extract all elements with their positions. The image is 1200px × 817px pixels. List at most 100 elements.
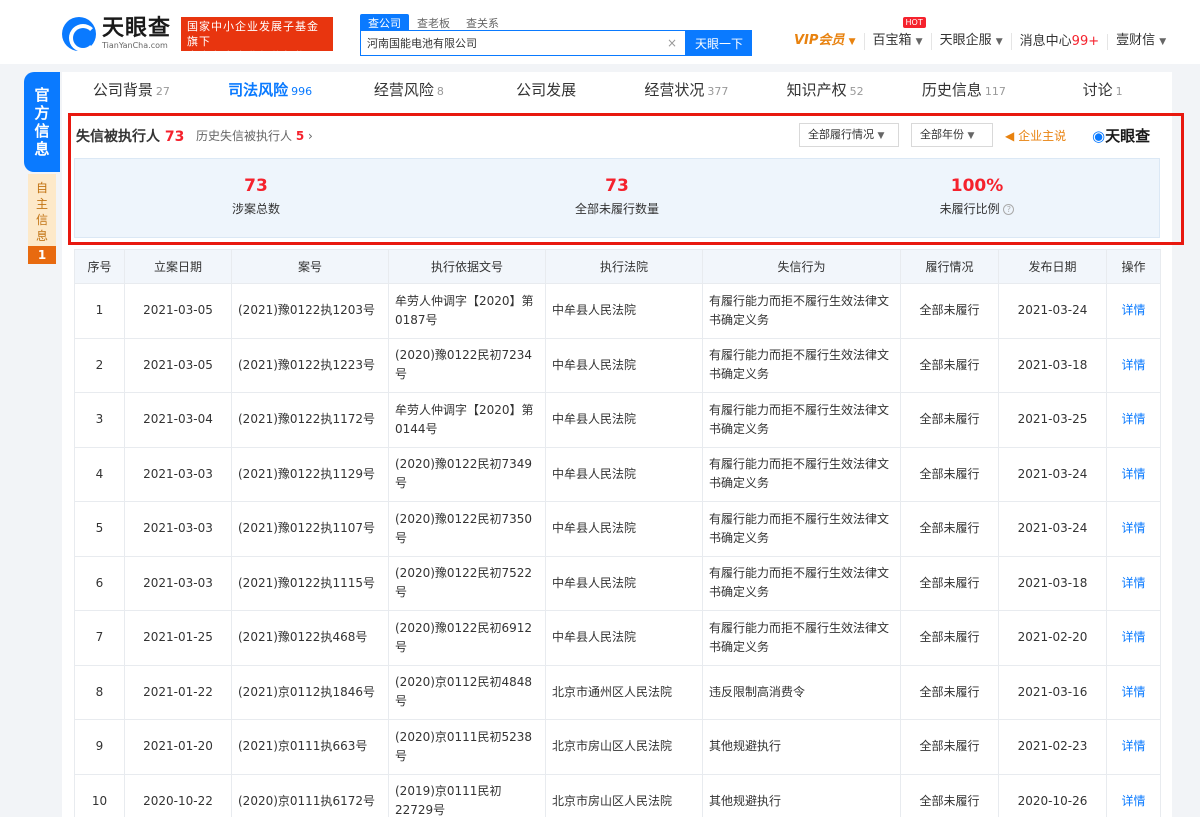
cell-status: 全部未履行 xyxy=(900,664,999,720)
cell-status: 全部未履行 xyxy=(900,555,999,611)
cell-publish-date: 2021-03-24 xyxy=(998,283,1107,339)
cell-status: 全部未履行 xyxy=(900,446,999,502)
vip-link[interactable]: VIP会员 ▼ xyxy=(786,33,865,50)
cell-filing-date: 2021-01-20 xyxy=(124,719,232,775)
cell-behavior: 有履行能力而拒不履行生效法律文书确定义务 xyxy=(702,392,901,448)
cell-no: 10 xyxy=(74,773,125,817)
cell-behavior: 违反限制高消费令 xyxy=(702,664,901,720)
cell-basis-doc: (2020)豫0122民初7350号 xyxy=(388,501,546,557)
section-title: 失信被执行人 73 xyxy=(76,129,185,145)
tab-operating-status[interactable]: 经营状况 377 xyxy=(617,72,756,108)
cell-court: 中牟县人民法院 xyxy=(545,337,703,393)
detail-link[interactable]: 详情 xyxy=(1106,610,1161,666)
cell-publish-date: 2021-02-23 xyxy=(998,719,1107,775)
cell-basis-doc: (2020)京0112民初4848号 xyxy=(388,664,546,720)
cell-behavior: 其他规避执行 xyxy=(702,719,901,775)
cell-no: 2 xyxy=(74,337,125,393)
tab-intellectual-property[interactable]: 知识产权 52 xyxy=(756,72,895,108)
history-executee-link[interactable]: 历史失信被执行人 5 › xyxy=(196,127,313,144)
cell-filing-date: 2020-10-22 xyxy=(124,773,232,817)
stat-total-cases: 73 涉案总数 xyxy=(231,176,280,216)
cell-publish-date: 2021-03-24 xyxy=(998,501,1107,557)
clear-icon[interactable]: × xyxy=(667,36,677,50)
cell-publish-date: 2020-10-26 xyxy=(998,773,1107,817)
cell-behavior: 有履行能力而拒不履行生效法律文书确定义务 xyxy=(702,446,901,502)
table-row: 2 2021-03-05 (2021)豫0122执1223号 (2020)豫0122民… xyxy=(74,337,1161,393)
caret-down-icon: ▼ xyxy=(967,131,975,141)
executee-table: 序号 立案日期 案号 执行依据文号 执行法院 失信行为 履行情况 发布日期 操作… xyxy=(74,249,1161,817)
cell-filing-date: 2021-03-03 xyxy=(124,555,232,611)
cell-case-no: (2021)豫0122执1129号 xyxy=(231,446,389,502)
side-self-count: 1 xyxy=(28,246,56,264)
cell-publish-date: 2021-03-18 xyxy=(998,555,1107,611)
table-row: 7 2021-01-25 (2021)豫0122执468号 (2020)豫0122民初… xyxy=(74,610,1161,666)
detail-link[interactable]: 详情 xyxy=(1106,337,1161,393)
cell-publish-date: 2021-03-24 xyxy=(998,446,1107,502)
tab-company-background[interactable]: 公司背景 27 xyxy=(62,72,201,108)
cell-case-no: (2020)京0111执6172号 xyxy=(231,773,389,817)
cell-court: 中牟县人民法院 xyxy=(545,610,703,666)
company-says-link[interactable]: ◀ 企业主说 xyxy=(1005,127,1066,144)
official-badge: 国家中小企业发展子基金旗下 官方备案企业征信机构 xyxy=(181,17,333,63)
search-input[interactable] xyxy=(361,31,661,55)
cell-behavior: 有履行能力而拒不履行生效法律文书确定义务 xyxy=(702,337,901,393)
cell-filing-date: 2021-03-05 xyxy=(124,337,232,393)
tab-history-info[interactable]: 历史信息 117 xyxy=(895,72,1034,108)
user-menu[interactable]: 壹财信 ▼ xyxy=(1108,33,1174,50)
cell-status: 全部未履行 xyxy=(900,283,999,339)
message-center-link[interactable]: 消息中心99+ xyxy=(1012,33,1109,50)
cell-case-no: (2021)豫0122执1107号 xyxy=(231,501,389,557)
detail-link[interactable]: 详情 xyxy=(1106,664,1161,720)
detail-link[interactable]: 详情 xyxy=(1106,446,1161,502)
site-logo[interactable]: 天眼查 TianYanCha.com xyxy=(62,16,171,52)
cell-behavior: 其他规避执行 xyxy=(702,773,901,817)
info-icon[interactable]: ? xyxy=(1003,204,1015,215)
detail-link[interactable]: 详情 xyxy=(1106,719,1161,775)
cell-case-no: (2021)豫0122执1172号 xyxy=(231,392,389,448)
cell-status: 全部未履行 xyxy=(900,719,999,775)
cell-basis-doc: (2020)豫0122民初6912号 xyxy=(388,610,546,666)
col-header-basis-doc: 执行依据文号 xyxy=(388,249,546,284)
detail-link[interactable]: 详情 xyxy=(1106,283,1161,339)
detail-link[interactable]: 详情 xyxy=(1106,555,1161,611)
tab-operating-risk[interactable]: 经营风险 8 xyxy=(340,72,479,108)
stats-panel: 73 涉案总数 73 全部未履行数量 100% 未履行比例 ? xyxy=(74,158,1160,238)
col-header-publish-date: 发布日期 xyxy=(998,249,1107,284)
tab-company-development[interactable]: 公司发展 xyxy=(478,72,617,108)
search-button[interactable]: 天眼一下 xyxy=(686,30,752,56)
cell-court: 中牟县人民法院 xyxy=(545,446,703,502)
caret-down-icon: ▼ xyxy=(995,37,1003,47)
cell-court: 中牟县人民法院 xyxy=(545,555,703,611)
enterprise-service-link[interactable]: 天眼企服 ▼ xyxy=(932,33,1012,50)
cell-court: 中牟县人民法院 xyxy=(545,392,703,448)
cell-court: 北京市房山区人民法院 xyxy=(545,773,703,817)
cell-case-no: (2021)京0111执663号 xyxy=(231,719,389,775)
cell-status: 全部未履行 xyxy=(900,337,999,393)
cell-basis-doc: (2020)豫0122民初7349号 xyxy=(388,446,546,502)
hot-badge: HOT xyxy=(902,17,926,28)
table-row: 4 2021-03-03 (2021)豫0122执1129号 (2020)豫0122民… xyxy=(74,446,1161,502)
cell-behavior: 有履行能力而拒不履行生效法律文书确定义务 xyxy=(702,555,901,611)
company-tabs: 公司背景 27 司法风险 996 经营风险 8 公司发展 经营状况 377 知识产权 52… xyxy=(62,72,1172,108)
side-tab-self[interactable]: 自主信息 xyxy=(28,174,56,246)
tab-judicial-risk[interactable]: 司法风险 996 xyxy=(201,72,340,108)
chevron-right-icon: › xyxy=(308,129,313,143)
table-header-row: 序号 立案日期 案号 执行依据文号 执行法院 失信行为 履行情况 发布日期 操作 xyxy=(74,249,1161,284)
table-row: 3 2021-03-04 (2021)豫0122执1172号 牟劳人仲调字【2020】… xyxy=(74,392,1161,448)
cell-no: 4 xyxy=(74,446,125,502)
treasure-box-link[interactable]: HOT 百宝箱 ▼ xyxy=(865,17,932,50)
caret-down-icon: ▼ xyxy=(915,37,923,47)
cell-publish-date: 2021-03-18 xyxy=(998,337,1107,393)
col-header-behavior: 失信行为 xyxy=(702,249,901,284)
cell-status: 全部未履行 xyxy=(900,610,999,666)
detail-link[interactable]: 详情 xyxy=(1106,392,1161,448)
detail-link[interactable]: 详情 xyxy=(1106,773,1161,817)
cell-no: 1 xyxy=(74,283,125,339)
tab-discussion[interactable]: 讨论 1 xyxy=(1033,72,1172,108)
cell-court: 中牟县人民法院 xyxy=(545,283,703,339)
filter-year-select[interactable]: 全部年份 ▼ xyxy=(911,123,993,147)
filter-status-select[interactable]: 全部履行情况 ▼ xyxy=(799,123,899,147)
top-nav: VIP会员 ▼ HOT 百宝箱 ▼ 天眼企服 ▼ 消息中心99+ 壹财信 ▼ xyxy=(786,17,1174,50)
side-tab-official[interactable]: 官方信息 xyxy=(24,72,60,172)
detail-link[interactable]: 详情 xyxy=(1106,501,1161,557)
